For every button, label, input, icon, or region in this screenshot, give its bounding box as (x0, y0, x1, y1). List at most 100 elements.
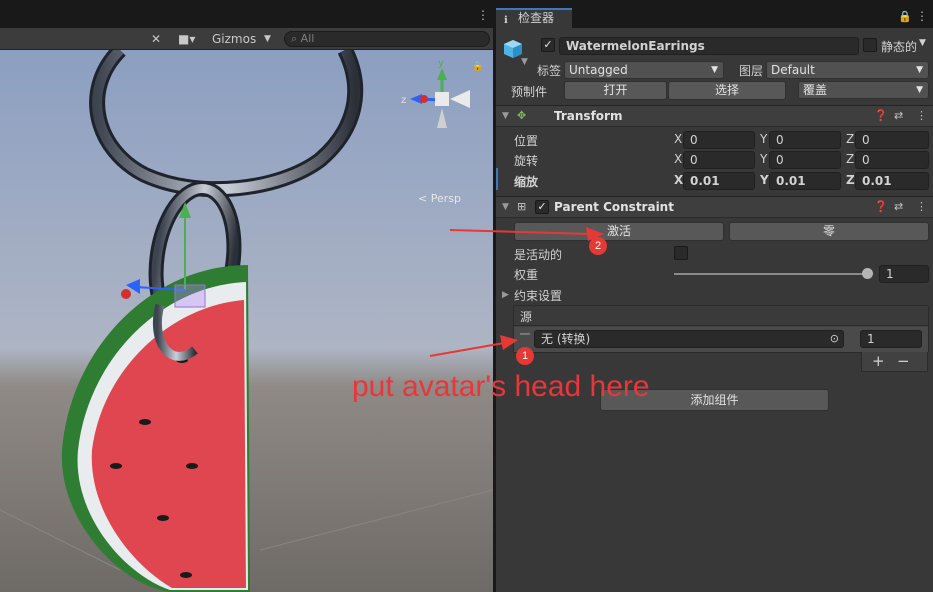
position-label: 位置 (514, 134, 539, 148)
source-object-field[interactable]: 无 (转换) ⊙ (534, 330, 844, 348)
constraint-icon: ⊞ (517, 200, 527, 213)
icon-dropdown-icon[interactable]: ▼ (521, 57, 528, 67)
axis-z-label[interactable]: Z (846, 152, 854, 166)
parent-constraint-enabled-checkbox[interactable]: ✓ (535, 200, 549, 214)
axis-y-label[interactable]: Y (760, 132, 767, 146)
axis-y-label[interactable]: Y (760, 173, 769, 187)
persp-label[interactable]: < Persp (418, 192, 461, 205)
position-y-field[interactable]: 0 (769, 131, 841, 149)
fold-arrow-icon: ▼ (502, 111, 509, 121)
prefab-open-button[interactable]: 打开 (564, 81, 667, 100)
position-z-field[interactable]: 0 (855, 131, 929, 149)
static-dropdown-icon[interactable]: ▼ (919, 38, 926, 48)
annotation-badge-1: 1 (516, 347, 534, 365)
rotation-x-field[interactable]: 0 (683, 151, 755, 169)
layer-dropdown[interactable]: Default ▼ (766, 61, 929, 79)
scene-panel: ⋮ ✕ ■▾ Gizmos ▼ ⌕ All y z 🔒 < Persp (0, 0, 493, 592)
search-icon: ⌕ (291, 32, 301, 45)
scene-search-input[interactable]: ⌕ All (284, 31, 490, 47)
lock-icon: 🔒 (472, 61, 483, 72)
layer-label: 图层 (739, 64, 764, 78)
source-row[interactable]: 无 (转换) ⊙ 1 (514, 327, 928, 352)
layer-value: Default (771, 63, 815, 77)
inspector-panel: ℹ 检查器 🔒 ⋮ ▼ ✓ WatermelonEarrings 静态的 ▼ 标… (496, 0, 933, 592)
axis-z-label[interactable]: Z (846, 132, 854, 146)
scale-x-field[interactable]: 0.01 (683, 172, 755, 190)
transform-icon: ✥ (517, 109, 527, 122)
info-icon: ℹ (504, 15, 508, 26)
preset-icon[interactable]: ⇄ (894, 200, 903, 213)
prefab-overrides-label: 覆盖 (803, 83, 828, 97)
gizmo-x-handle (121, 289, 131, 299)
prefab-overrides-dropdown[interactable]: 覆盖 ▼ (798, 81, 929, 99)
prefab-select-button[interactable]: 选择 (668, 81, 786, 100)
scene-viewport[interactable]: y z 🔒 < Persp (0, 44, 493, 592)
more-vert-icon[interactable]: ⋮ (916, 109, 927, 122)
position-x-field[interactable]: 0 (683, 131, 755, 149)
scale-z-field[interactable]: 0.01 (855, 172, 929, 190)
prefab-label: 预制件 (511, 85, 548, 99)
axis-x-label[interactable]: X (674, 173, 683, 187)
sources-list: 源 无 (转换) ⊙ 1 (513, 305, 929, 353)
add-source-button[interactable]: + (872, 352, 885, 370)
search-placeholder: All (300, 32, 315, 45)
help-icon[interactable]: ❓ (874, 200, 888, 213)
axis-x-label[interactable]: X (674, 152, 682, 166)
weight-slider-handle[interactable] (862, 268, 873, 279)
transform-header[interactable]: ▼ ✥ Transform ❓ ⇄ ⋮ (496, 105, 933, 127)
weight-slider-track[interactable] (674, 268, 873, 279)
static-checkbox[interactable] (863, 38, 877, 52)
gizmos-dropdown-icon[interactable]: ▼ (264, 30, 271, 48)
fold-arrow-icon[interactable]: ▶ (502, 290, 509, 300)
more-vert-icon[interactable]: ⋮ (916, 9, 928, 23)
tools-icon[interactable]: ✕ (151, 30, 161, 48)
sources-label: 源 (520, 310, 533, 324)
object-picker-icon[interactable]: ⊙ (830, 331, 839, 347)
zero-button[interactable]: 零 (729, 222, 929, 241)
rotation-z-field[interactable]: 0 (855, 151, 929, 169)
chevron-down-icon: ▼ (711, 65, 718, 75)
scene-tab-bar: ⋮ (0, 0, 493, 28)
lock-icon[interactable]: 🔒 (898, 10, 912, 23)
preset-icon[interactable]: ⇄ (894, 109, 903, 122)
parent-constraint-header[interactable]: ▼ ⊞ ✓ Parent Constraint ❓ ⇄ ⋮ (496, 196, 933, 218)
activate-button[interactable]: 激活 (514, 222, 724, 241)
axis-y-label[interactable]: Y (760, 152, 767, 166)
annotation-instruction: put avatar's head here (352, 370, 650, 403)
weight-field[interactable]: 1 (879, 265, 929, 283)
parent-constraint-title: Parent Constraint (554, 200, 674, 214)
tab-inspector[interactable]: ℹ 检查器 (496, 8, 572, 28)
more-vert-icon[interactable]: ⋮ (916, 200, 927, 213)
is-active-checkbox[interactable] (674, 246, 688, 260)
sources-header: 源 (514, 306, 928, 326)
axis-z-label: z (401, 95, 406, 106)
scene-render: y z 🔒 (0, 44, 493, 592)
help-icon[interactable]: ❓ (874, 109, 888, 122)
tag-label: 标签 (537, 64, 562, 78)
axis-z-label[interactable]: Z (846, 173, 855, 187)
constraint-settings-label[interactable]: 约束设置 (514, 287, 562, 304)
axis-x-label[interactable]: X (674, 132, 682, 146)
annotation-badge-2: 2 (589, 237, 607, 255)
gizmo-plane-handle (174, 284, 206, 308)
more-vert-icon[interactable]: ⋮ (477, 8, 489, 22)
source-weight-field[interactable]: 1 (860, 330, 922, 348)
drag-handle-icon[interactable] (520, 333, 530, 335)
chevron-down-icon: ▼ (916, 85, 923, 95)
transform-title: Transform (554, 109, 623, 123)
is-active-label: 是活动的 (514, 248, 563, 262)
axis-y-label: y (438, 58, 444, 69)
scale-y-field[interactable]: 0.01 (769, 172, 841, 190)
remove-source-button[interactable]: − (897, 352, 910, 370)
tab-inspector-label: 检查器 (518, 11, 555, 25)
object-name-field[interactable]: WatermelonEarrings (559, 37, 859, 55)
object-active-checkbox[interactable]: ✓ (541, 38, 555, 52)
gizmos-button[interactable]: Gizmos (212, 30, 256, 48)
chevron-down-icon: ▼ (916, 65, 923, 75)
rotation-label: 旋转 (514, 154, 539, 168)
rotation-y-field[interactable]: 0 (769, 151, 841, 169)
transform-modified-bar (496, 168, 498, 190)
camera-icon[interactable]: ■▾ (178, 30, 195, 48)
tag-dropdown[interactable]: Untagged ▼ (564, 61, 724, 79)
static-label: 静态的 (881, 40, 918, 54)
